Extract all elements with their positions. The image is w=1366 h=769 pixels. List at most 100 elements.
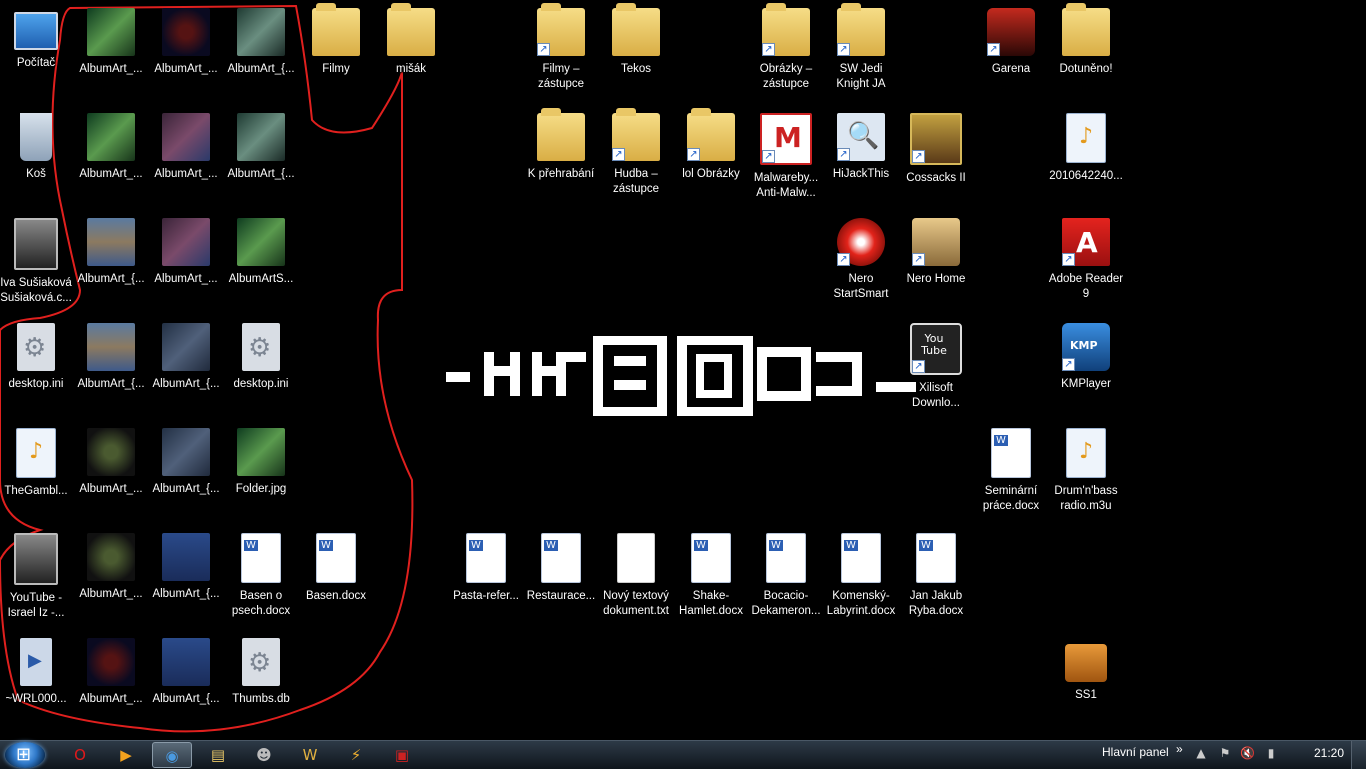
folder-icon: ↗ [537, 3, 585, 56]
desktop-icon-ss1[interactable]: SS1 [1048, 636, 1124, 703]
desktop-icon-obrazky[interactable]: ↗ Obrázky – zástupce [748, 3, 824, 92]
desktop-icon-label: HiJackThis [832, 168, 890, 180]
desktop-icon-dotuneno[interactable]: Dotuněno! [1048, 3, 1124, 77]
desktop-icon-malware[interactable]: ↗ Malwareby... Anti-Malw... [748, 111, 824, 201]
desktop-icon-aa5[interactable]: AlbumArt_... [73, 426, 149, 497]
app-icon[interactable]: ▣ [382, 742, 422, 768]
desktop-icon-aa1[interactable]: AlbumArt_... [73, 6, 149, 77]
desktop-icon-aa14[interactable]: AlbumArt_{... [148, 636, 224, 707]
desktop-icon-m3u2010[interactable]: 2010642240... [1048, 111, 1124, 184]
power-icon[interactable]: ▮ [1264, 746, 1278, 762]
chrome-icon[interactable]: ◉ [152, 742, 192, 768]
desktop-icon-nerostart[interactable]: ↗ Nero StartSmart [823, 216, 899, 302]
desktop-icon-restaurace[interactable]: Restaurace... [523, 531, 599, 604]
desktop-icon-novytxt[interactable]: Nový textový dokument.txt [598, 531, 674, 619]
desktop-icon-iva[interactable]: Iva Sušiaková Sušiaková.c... [0, 216, 74, 306]
desktop-icon-adobe[interactable]: ↗ Adobe Reader 9 [1048, 216, 1124, 302]
desktop-icon-aa7[interactable]: AlbumArt_... [73, 636, 149, 707]
desktop-icon-aa11[interactable]: AlbumArt_{... [148, 321, 224, 392]
desktop-icon-aa13[interactable]: AlbumArt_{... [148, 531, 224, 602]
media-player-icon[interactable]: ▶ [106, 742, 146, 768]
desktop-icon-hudba[interactable]: ↗ Hudba – zástupce [598, 108, 674, 197]
desktop-icon-nerohome[interactable]: ↗ Nero Home [898, 216, 974, 287]
nerohome-icon: ↗ [912, 218, 960, 266]
desktop-icon-desktopini2[interactable]: desktop.ini [223, 321, 299, 392]
desktop-icon-komensky[interactable]: Komenský-Labyrint.docx [823, 531, 899, 619]
desktop-icon-seminarni[interactable]: Seminární práce.docx [973, 426, 1049, 514]
desktop-icon-wrl[interactable]: ~WRL000... [0, 636, 74, 707]
desktop-icon-folderjpg[interactable]: Folder.jpg [223, 426, 299, 497]
desktop-icon-aa8[interactable]: AlbumArt_... [148, 6, 224, 77]
start-button[interactable] [5, 742, 45, 768]
desktop-icon-pocitac[interactable]: Počítač [0, 6, 74, 71]
desktop-icon-label: YouTube - Israel Iz -... [7, 592, 65, 619]
volume-muted-icon[interactable]: 🔇 [1240, 746, 1255, 762]
toolbar-label-hlavni-panel[interactable]: Hlavní panel [1102, 745, 1169, 759]
tray-up-arrow-icon[interactable]: ▲ [1194, 746, 1208, 762]
winamp-icon[interactable]: ⚡ [336, 742, 376, 768]
desktop-icon-ryba[interactable]: Jan Jakub Ryba.docx [898, 531, 974, 619]
clock[interactable]: 21:20 [1314, 746, 1344, 760]
desktop-icon-xilisoft[interactable]: ↗ Xilisoft Downlo... [898, 321, 974, 411]
toolbar-chevron-icon[interactable]: » [1176, 742, 1183, 756]
desktop-icon-hijack[interactable]: ↗ HiJackThis [823, 111, 899, 182]
desktop-icon-label: Cossacks II [906, 172, 966, 184]
desktop-icon-label: Seminární práce.docx [982, 485, 1040, 512]
desktop-icon-aa16[interactable]: AlbumArt_{... [223, 111, 299, 182]
desktop-icon-shake[interactable]: Shake-Hamlet.docx [673, 531, 749, 619]
shortcut-arrow-icon: ↗ [837, 148, 850, 161]
desktop-icon-bocacio[interactable]: Bocacio-Dekameron... [748, 531, 824, 619]
desktop-icon-aa4[interactable]: AlbumArt_{... [73, 321, 149, 392]
desktop-icon-youtube-israel[interactable]: YouTube - Israel Iz -... [0, 531, 74, 621]
desktop-icon-aa6[interactable]: AlbumArt_... [73, 531, 149, 602]
desktop-icon-aa9[interactable]: AlbumArt_... [148, 111, 224, 182]
desktop-icon-tekos[interactable]: Tekos [598, 3, 674, 77]
desktop-icon-thumbs[interactable]: Thumbs.db [223, 636, 299, 707]
desktop-icon-label: Garena [991, 63, 1031, 75]
desktop-icon-filmyzast[interactable]: ↗ Filmy – zástupce [523, 3, 599, 92]
desktop-icon-aa3[interactable]: AlbumArt_{... [73, 216, 149, 287]
desktop-icon-kmp[interactable]: ↗ KMPlayer [1048, 321, 1124, 392]
desktop-icon-dnb[interactable]: Drum'n'bass radio.m3u [1048, 426, 1124, 514]
desktop-icon-basenpsech[interactable]: Basen o psech.docx [223, 531, 299, 619]
desktop-icon-lol[interactable]: ↗ lol Obrázky [673, 108, 749, 182]
garena-icon: ↗ [987, 8, 1035, 56]
desktop-icon-aa12[interactable]: AlbumArt_{... [148, 426, 224, 497]
desktop-icon-label: K přehrabání [527, 168, 595, 180]
desktop-icon-misak[interactable]: mišák [373, 3, 449, 77]
desktop-icon-label: AlbumArt_{... [227, 63, 295, 75]
desktop-icon-label: SS1 [1075, 689, 1097, 701]
desktop-icon-label: AlbumArt_... [154, 63, 218, 75]
desktop-icon-garena[interactable]: ↗ Garena [973, 6, 1049, 77]
desktop-icon-label: Malwareby... Anti-Malw... [753, 172, 819, 199]
desktop-icon-aa17[interactable]: AlbumArtS... [223, 216, 299, 287]
folder-icon[interactable]: ▤ [198, 742, 238, 768]
taskbar: O▶◉▤☻W⚡▣ Hlavní panel » ▲ ⚑ 🔇 ▮ 21:20 [0, 740, 1366, 769]
desktop[interactable]: Počítač Koš Iva Sušiaková Sušiaková.c... de… [0, 0, 1366, 740]
desktop-icon-kos[interactable]: Koš [0, 111, 74, 182]
desktop-icon-aa15[interactable]: AlbumArt_{... [223, 6, 299, 77]
desktop-icon-swjedi[interactable]: ↗ SW Jedi Knight JA [823, 3, 899, 92]
desktop-icon-cossacks[interactable]: ↗ Cossacks II [898, 111, 974, 186]
desktop-icon-label: desktop.ini [8, 378, 64, 390]
desktop-icon-aa2[interactable]: AlbumArt_... [73, 111, 149, 182]
desktop-icon-aa10[interactable]: AlbumArt_... [148, 216, 224, 287]
folder-icon [1062, 3, 1110, 56]
wow-icon[interactable]: W [290, 742, 330, 768]
folder-icon [612, 3, 660, 56]
desktop-icon-basen[interactable]: Basen.docx [298, 531, 374, 604]
album1-icon [237, 218, 285, 266]
desktop-icon-filmy[interactable]: Filmy [298, 3, 374, 77]
mask-icon[interactable]: ☻ [244, 742, 284, 768]
shortcut-arrow-icon: ↗ [537, 43, 550, 56]
desktop-icon-desktopini1[interactable]: desktop.ini [0, 321, 74, 392]
doc-icon [841, 533, 881, 583]
opera-icon[interactable]: O [60, 742, 100, 768]
album3-icon [237, 8, 285, 56]
desktop-icon-label: AlbumArt_{... [152, 483, 220, 495]
action-center-flag-icon[interactable]: ⚑ [1218, 746, 1232, 762]
desktop-icon-gambler[interactable]: TheGambl... [0, 426, 74, 499]
desktop-icon-pasta[interactable]: Pasta-refer... [448, 531, 524, 604]
show-desktop-button[interactable] [1351, 741, 1366, 769]
desktop-icon-kprehravani[interactable]: K přehrabání [523, 108, 599, 182]
